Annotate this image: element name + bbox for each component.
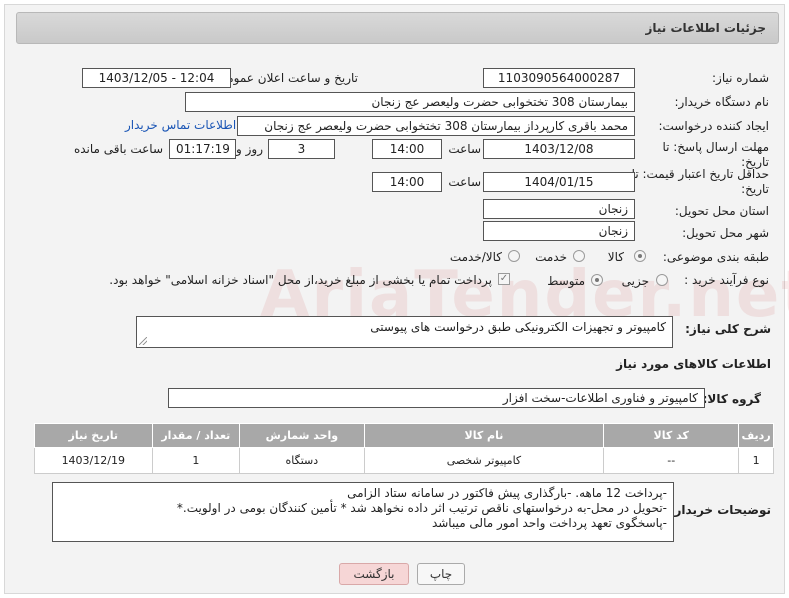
cell-name: کامپیوتر شخصی bbox=[363, 447, 605, 474]
category-goods-service-label: کالا/خدمت bbox=[449, 250, 502, 264]
cell-qty: 1 bbox=[151, 447, 241, 474]
reply-time-field: 14:00 bbox=[372, 139, 442, 159]
goods-info-title: اطلاعات کالاهای مورد نیاز bbox=[616, 357, 771, 371]
print-button[interactable]: چاپ bbox=[417, 563, 465, 585]
buyer-notes-line-1: -پرداخت 12 ماهه. -بارگذاری پیش فاکتور در… bbox=[347, 486, 667, 500]
table-row: 1403/12/19 1 دستگاه کامپیوتر شخصی -- 1 bbox=[34, 447, 774, 474]
category-goods-radio[interactable] bbox=[634, 250, 646, 262]
description-text: کامپیوتر و تجهیزات الکترونیکی طبق درخواس… bbox=[370, 320, 666, 334]
cell-date: 1403/12/19 bbox=[34, 447, 153, 474]
buyer-notes-line-3: -پاسخگوی تعهد پرداخت واحد امور مالی میبا… bbox=[431, 516, 667, 530]
resize-handle[interactable] bbox=[139, 337, 147, 345]
process-partial-label: جزیی bbox=[621, 274, 649, 288]
buyer-org-label: نام دستگاه خریدار: bbox=[674, 95, 770, 109]
process-medium-radio[interactable] bbox=[591, 274, 603, 286]
payment-checkbox[interactable]: ✓ bbox=[498, 273, 510, 285]
col-date: تاریخ نیاز bbox=[34, 423, 153, 448]
price-validity-label: حداقل تاریخ اعتبار قیمت: تا bbox=[631, 167, 769, 181]
process-type-label: نوع فرآیند خرید : bbox=[684, 273, 769, 287]
days-field: 3 bbox=[268, 139, 335, 159]
cell-code: -- bbox=[603, 447, 740, 474]
price-validity-time-field: 14:00 bbox=[372, 172, 442, 192]
price-validity-label-date: تاریخ: bbox=[741, 182, 769, 196]
reply-date-field: 1403/12/08 bbox=[483, 139, 635, 159]
table-header-row: تاریخ نیاز تعداد / مقدار واحد شمارش نام … bbox=[34, 423, 774, 448]
description-textarea: کامپیوتر و تجهیزات الکترونیکی طبق درخواس… bbox=[136, 316, 673, 348]
col-code: کد کالا bbox=[603, 423, 740, 448]
process-partial-radio[interactable] bbox=[656, 274, 668, 286]
back-button[interactable]: بازگشت bbox=[339, 563, 409, 585]
requester-field: محمد باقری کارپرداز بیمارستان 308 تختخوا… bbox=[237, 116, 635, 136]
remaining-label: ساعت باقی مانده bbox=[73, 142, 163, 156]
category-service-label: خدمت bbox=[535, 250, 567, 264]
delivery-city-label: شهر محل تحویل: bbox=[682, 226, 769, 240]
goods-group-label: گروه کالا: bbox=[702, 392, 761, 406]
buyer-notes-line-2: -تحویل در محل-به درخواستهای ناقص ترتیب ا… bbox=[176, 501, 667, 515]
goods-group-field: کامپیوتر و فناوری اطلاعات-سخت افزار bbox=[168, 388, 705, 408]
buyer-notes-textarea: -پرداخت 12 ماهه. -بارگذاری پیش فاکتور در… bbox=[52, 482, 674, 542]
cell-unit: دستگاه bbox=[239, 447, 365, 474]
announce-date-field: 1403/12/05 - 12:04 bbox=[82, 68, 231, 88]
price-validity-hour-label: ساعت bbox=[448, 175, 481, 189]
reply-deadline-label: مهلت ارسال پاسخ: تا bbox=[662, 140, 769, 154]
delivery-province-field: زنجان bbox=[483, 199, 635, 219]
category-goods-service-radio[interactable] bbox=[508, 250, 520, 262]
items-table: تاریخ نیاز تعداد / مقدار واحد شمارش نام … bbox=[34, 423, 774, 474]
col-row: ردیف bbox=[738, 423, 774, 448]
need-number-label: شماره نیاز: bbox=[712, 71, 769, 85]
delivery-province-label: استان محل تحویل: bbox=[674, 204, 769, 218]
buyer-org-field: بیمارستان 308 تختخوابی حضرت ولیعصر عج زن… bbox=[185, 92, 635, 112]
requester-label: ایجاد کننده درخواست: bbox=[658, 119, 769, 133]
category-goods-label: کالا bbox=[607, 250, 624, 264]
buyer-contact-link[interactable]: اطلاعات تماس خریدار bbox=[125, 118, 236, 132]
category-label: طبقه بندی موضوعی: bbox=[662, 250, 769, 264]
description-label: شرح کلی نیاز: bbox=[685, 322, 771, 336]
col-qty: تعداد / مقدار bbox=[151, 423, 241, 448]
reply-hour-label: ساعت bbox=[448, 142, 481, 156]
need-number-field: 1103090564000287 bbox=[483, 68, 635, 88]
col-unit: واحد شمارش bbox=[239, 423, 365, 448]
days-label: روز و bbox=[236, 142, 263, 156]
page-header: جزئیات اطلاعات نیاز bbox=[16, 12, 779, 44]
cell-row: 1 bbox=[738, 447, 774, 474]
payment-note: پرداخت تمام یا بخشی از مبلغ خرید،از محل … bbox=[109, 273, 492, 287]
process-medium-label: متوسط bbox=[547, 274, 585, 288]
delivery-city-field: زنجان bbox=[483, 221, 635, 241]
category-service-radio[interactable] bbox=[573, 250, 585, 262]
page-title: جزئیات اطلاعات نیاز bbox=[645, 21, 766, 35]
price-validity-date-field: 1404/01/15 bbox=[483, 172, 635, 192]
remaining-time-field: 01:17:19 bbox=[169, 139, 236, 159]
announce-date-label: تاریخ و ساعت اعلان عمومی: bbox=[213, 71, 358, 85]
col-name: نام کالا bbox=[363, 423, 605, 448]
buyer-notes-label: توضیحات خریدار: bbox=[669, 503, 771, 517]
